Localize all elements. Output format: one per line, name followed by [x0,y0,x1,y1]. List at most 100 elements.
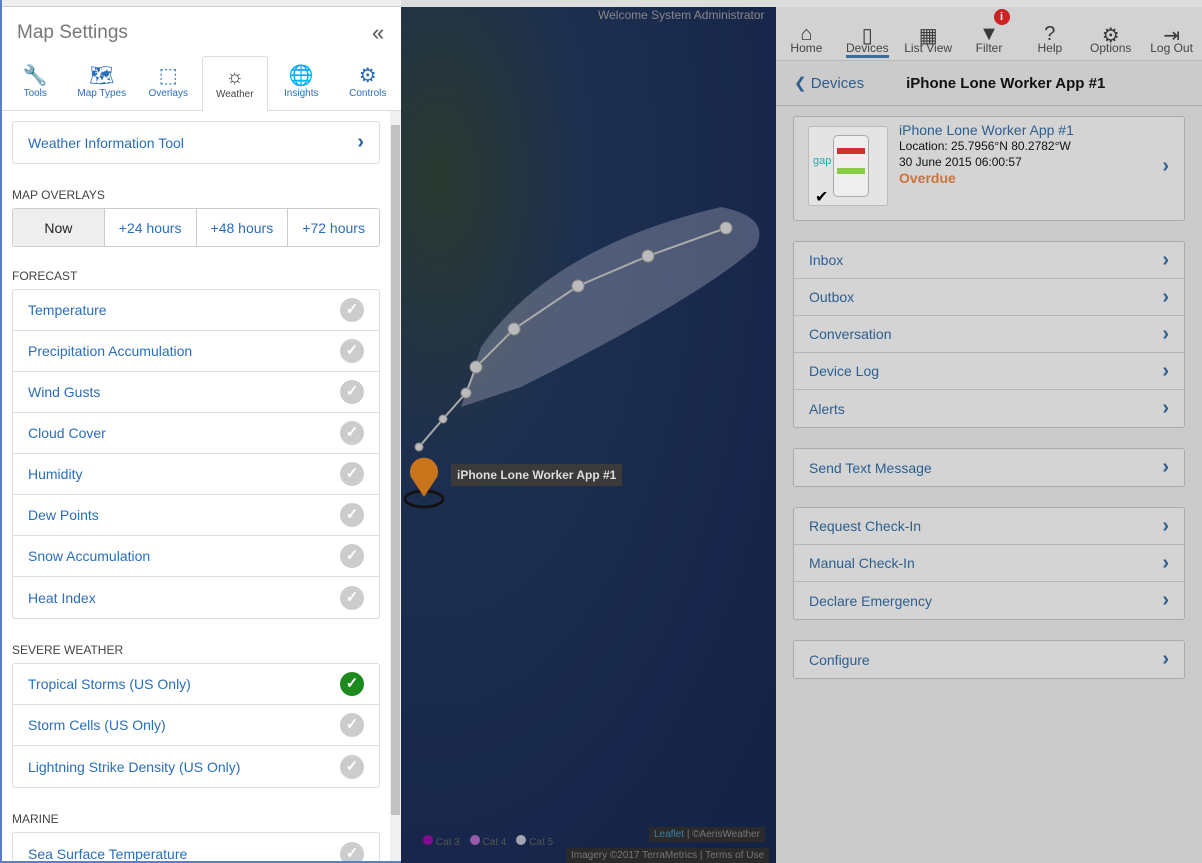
marker-label[interactable]: iPhone Lone Worker App #1 [451,464,623,486]
chevron-right-icon: › [357,131,364,153]
storm-track [403,207,760,509]
gears-icon: ⚙ [358,65,377,87]
section-heading: SEVERE WEATHER [12,643,124,657]
check-icon[interactable]: ✓ [340,754,364,779]
check-icon[interactable]: ✓ [340,841,364,861]
marine-list: Sea Surface Temperature ✓ [12,832,380,861]
chevron-right-icon: › [1162,551,1169,574]
action-request-check-in[interactable]: Request Check-In › [794,508,1184,545]
legend-item: Cat 3 [423,835,460,848]
layer-toggle-row[interactable]: Storm Cells (US Only) ✓ [13,705,379,746]
chevron-right-icon: › [1162,589,1169,611]
action-declare-emergency[interactable]: Declare Emergency › [794,582,1184,619]
chevron-right-icon: › [1162,648,1169,670]
action-conversation[interactable]: Conversation › [794,316,1184,353]
action-manual-check-in[interactable]: Manual Check-In › [794,545,1184,582]
aeris-credit: | ©AerisWeather [686,829,760,840]
action-inbox[interactable]: Inbox › [794,242,1184,279]
overlay-time-option[interactable]: +48 hours [197,209,289,246]
check-icon[interactable]: ✓ [340,462,364,486]
legend-dot-icon [423,835,433,845]
action-device-log[interactable]: Device Log › [794,353,1184,390]
map[interactable]: Welcome System Administrator iPhone Lone… [401,7,776,863]
attribution: Leaflet | ©AerisWeather [649,827,765,842]
tab-insights[interactable]: 🌐 Insights [268,56,335,110]
layer-toggle-row[interactable]: Sea Surface Temperature ✓ [13,833,379,861]
layer-toggle-row[interactable]: Humidity ✓ [13,454,379,495]
layer-toggle-row[interactable]: Wind Gusts ✓ [13,372,379,413]
action-configure[interactable]: Configure › [794,641,1184,678]
check-icon[interactable]: ✓ [340,672,364,696]
overlay-time-option[interactable]: Now [13,209,105,246]
layer-toggle-row[interactable]: Dew Points ✓ [13,495,379,536]
overlays-icon: ⬚ [158,65,178,87]
chevron-right-icon: › [1162,285,1169,308]
layer-label: Heat Index [28,589,96,606]
tab-label: Controls [349,88,387,99]
nav-filter[interactable]: ▼ i Filter [959,7,1020,60]
phone-icon: ▯ [861,25,873,47]
layer-toggle-row[interactable]: Precipitation Accumulation ✓ [13,331,379,372]
back-to-devices[interactable]: ❮ Devices [794,74,864,92]
layer-toggle-row[interactable]: Tropical Storms (US Only) ✓ [13,664,379,705]
device-panel: ⌂ Home ▯ Devices ▦ List View ▼ i Filter? Help ⚙ Opt… [776,7,1202,863]
tab-tools[interactable]: 🔧 Tools [2,56,69,110]
tab-label: Weather [215,89,254,100]
overlay-time-option[interactable]: +72 hours [288,209,379,246]
terms-link[interactable]: Terms of Use [705,850,764,861]
action-alerts[interactable]: Alerts › [794,390,1184,427]
wrench-icon: 🔧 [22,65,48,87]
tab-overlays[interactable]: ⬚ Overlays [135,56,202,110]
layer-toggle-row[interactable]: Cloud Cover ✓ [13,413,379,454]
forecast-list: Temperature ✓ Precipitation Accumulation ✓ W… [12,289,380,619]
scrollbar[interactable] [390,111,401,861]
device-name: iPhone Lone Worker App #1 [899,122,1074,138]
device-thumbnail: gap ✔ [808,126,888,206]
layer-toggle-row[interactable]: Temperature ✓ [13,290,379,331]
tab-label: Map Types [77,88,127,99]
overlay-time-option[interactable]: +24 hours [105,209,197,246]
check-icon[interactable]: ✓ [340,585,364,610]
layer-toggle-row[interactable]: Snow Accumulation ✓ [13,536,379,577]
nav-list-view[interactable]: ▦ List View [898,7,959,60]
nav-home[interactable]: ⌂ Home [776,7,837,60]
layer-toggle-row[interactable]: Lightning Strike Density (US Only) ✓ [13,746,379,787]
layer-label: Wind Gusts [28,384,101,400]
welcome-text: Welcome System Administrator [598,8,765,22]
action-group: Inbox › Outbox › Conversation › Device Log › Ale… [793,241,1185,428]
tab-weather[interactable]: ☼ Weather [201,56,268,112]
check-icon[interactable]: ✓ [340,380,364,404]
help-icon: ? [1044,23,1056,45]
check-icon[interactable]: ✓ [340,503,364,527]
nav-help[interactable]: ? Help [1019,7,1080,60]
nav-devices[interactable]: ▯ Devices [837,7,898,60]
gear-icon: ⚙ [1101,25,1120,47]
check-icon[interactable]: ✓ [340,339,364,363]
check-icon[interactable]: ✓ [340,544,364,568]
weather-information-tool[interactable]: Weather Information Tool › [13,122,379,163]
layer-toggle-row[interactable]: Heat Index ✓ [13,577,379,618]
device-card[interactable]: gap ✔ iPhone Lone Worker App #1 Location: … [793,116,1185,221]
action-outbox[interactable]: Outbox › [794,279,1184,316]
filter-icon: ▼ [979,23,999,45]
chevron-right-icon: › [1162,514,1169,537]
tab-label: Overlays [148,88,188,99]
action-label: Alerts [809,400,845,417]
action-group: Configure › [793,640,1185,679]
device-title: iPhone Lone Worker App #1 [906,74,1106,92]
check-icon[interactable]: ✓ [340,421,364,445]
tab-map-types[interactable]: 🗺 Map Types [69,56,136,110]
nav-options[interactable]: ⚙ Options [1080,7,1141,60]
tab-controls[interactable]: ⚙ Controls [335,56,402,110]
leaflet-link[interactable]: Leaflet [654,829,684,840]
layer-label: Humidity [28,466,83,482]
check-icon[interactable]: ✓ [340,298,364,322]
check-icon[interactable]: ✓ [340,713,364,737]
back-label: Devices [810,75,865,92]
settings-tabs: 🔧 Tools 🗺 Map Types ⬚ Overlays ☼ Weather 🌐 Insigh… [2,56,402,112]
chevron-right-icon: › [1162,456,1169,478]
device-time: 30 June 2015 06:00:57 [899,155,1022,169]
action-send-text-message[interactable]: Send Text Message › [794,449,1184,486]
collapse-panel-icon[interactable]: « [372,20,384,46]
nav-log-out[interactable]: ⇥ Log Out [1141,7,1202,60]
